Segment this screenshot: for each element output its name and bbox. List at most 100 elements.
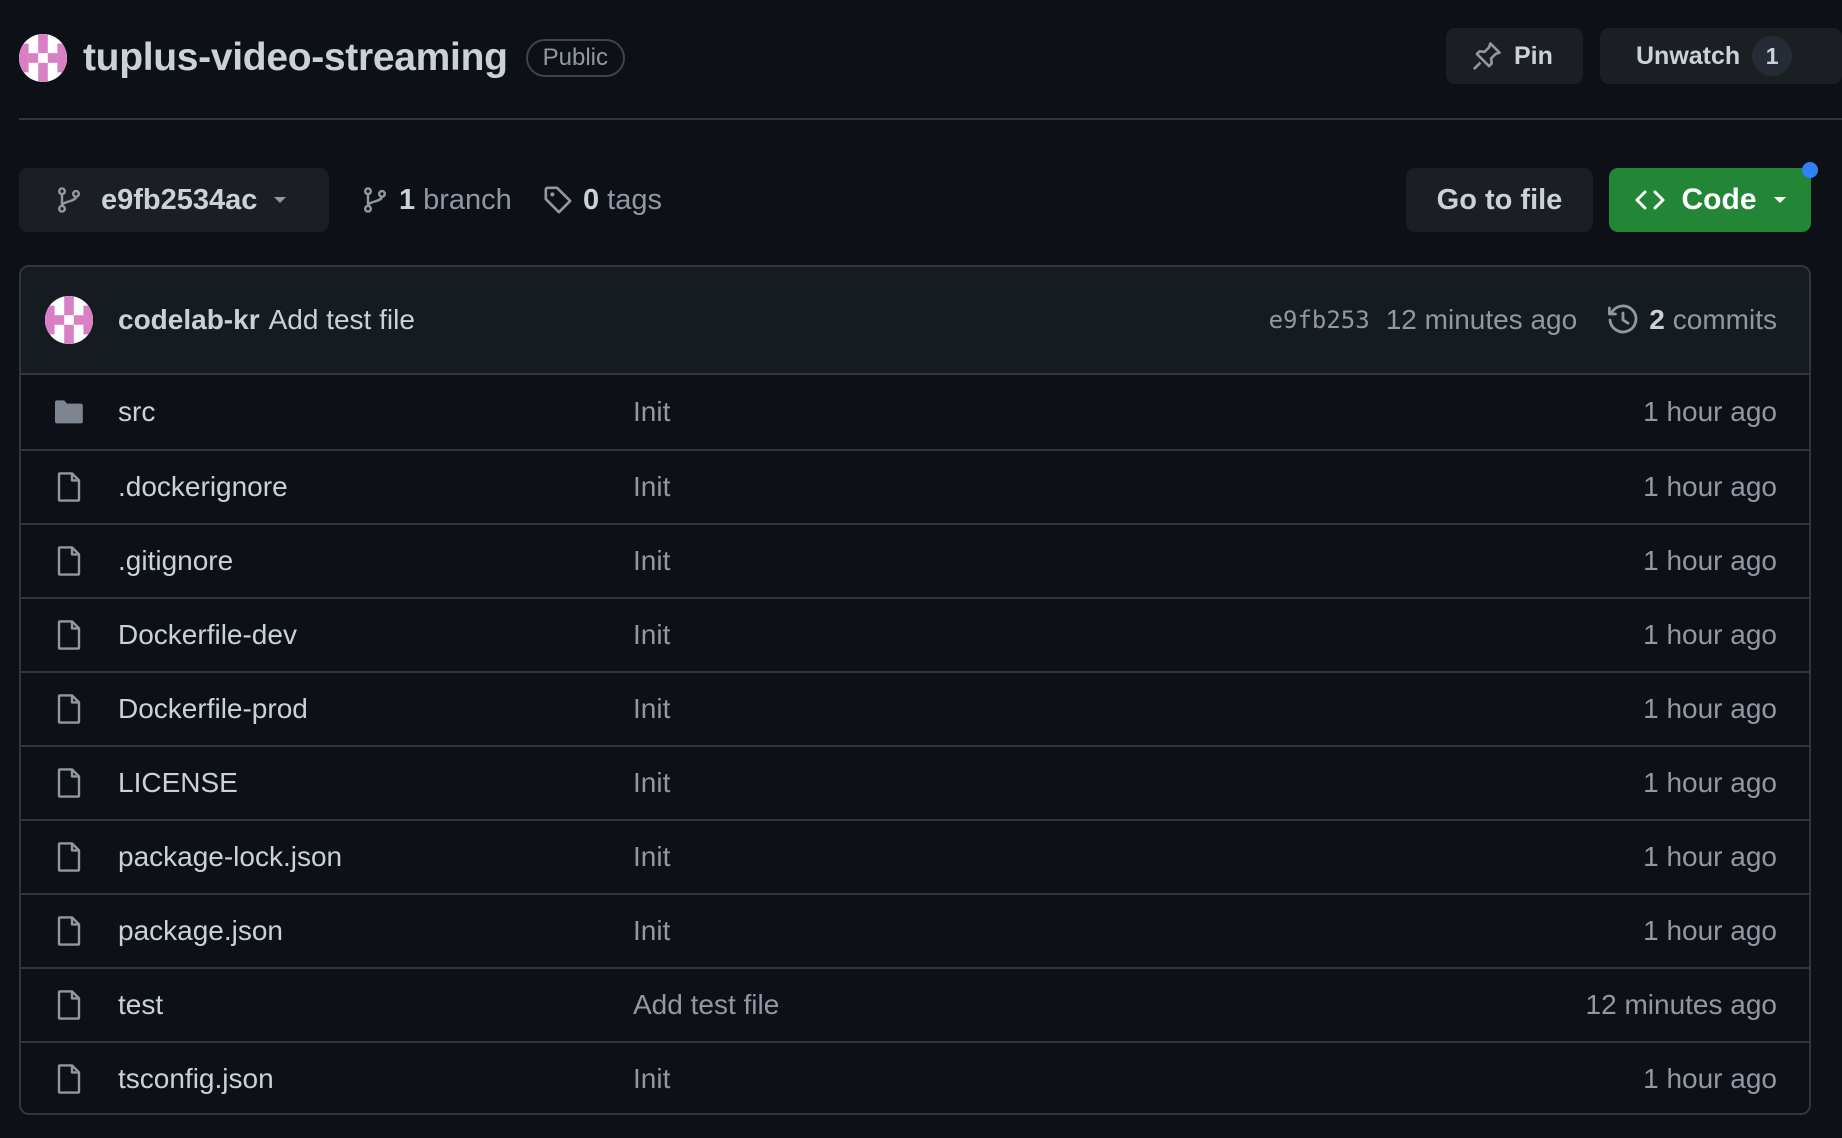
file-commit-age: 1 hour ago (1643, 545, 1777, 576)
pin-button[interactable]: Pin (1446, 28, 1583, 84)
commits-count: 2 (1649, 304, 1665, 335)
commits-history-link[interactable]: 2 commits (1607, 304, 1777, 336)
file-commit-age: 1 hour ago (1643, 1063, 1777, 1094)
commit-sha-link[interactable]: e9fb253 (1269, 306, 1370, 334)
file-icon (57, 694, 81, 724)
file-row[interactable]: package.json Init 1 hour ago (21, 893, 1809, 967)
file-commit-message-link[interactable]: Init (633, 841, 670, 873)
unwatch-label: Unwatch (1636, 41, 1741, 70)
file-icon-wrap (53, 545, 85, 577)
pin-icon (1472, 42, 1501, 71)
file-name-link[interactable]: .dockerignore (118, 471, 288, 503)
commit-author-link[interactable]: codelab-kr (118, 304, 260, 336)
file-icon (57, 1064, 81, 1094)
file-icon-wrap (53, 619, 85, 651)
file-icon-wrap (53, 767, 85, 799)
tags-link[interactable]: 0 tags (543, 168, 662, 232)
file-browser: codelab-kr Add test file e9fb253 12 minu… (19, 265, 1811, 1115)
commit-message-link[interactable]: Add test file (269, 304, 415, 336)
file-commit-age: 1 hour ago (1643, 915, 1777, 946)
pin-label: Pin (1514, 41, 1553, 70)
repo-name-link[interactable]: tuplus-video-streaming (83, 36, 508, 80)
file-commit-age: 12 minutes ago (1585, 989, 1777, 1020)
file-row[interactable]: Dockerfile-prod Init 1 hour ago (21, 671, 1809, 745)
file-row[interactable]: test Add test file 12 minutes ago (21, 967, 1809, 1041)
caret-down-icon (274, 197, 287, 203)
branches-link[interactable]: 1 branch (361, 168, 512, 232)
file-name-link[interactable]: LICENSE (118, 767, 238, 799)
code-icon (1635, 190, 1664, 210)
commits-label: commits (1672, 304, 1777, 335)
tags-count: 0 (583, 183, 600, 216)
file-commit-age: 1 hour ago (1643, 471, 1777, 502)
file-name-link[interactable]: test (118, 989, 163, 1021)
file-row[interactable]: Dockerfile-dev Init 1 hour ago (21, 597, 1809, 671)
file-name-link[interactable]: package-lock.json (118, 841, 342, 873)
file-row[interactable]: package-lock.json Init 1 hour ago (21, 819, 1809, 893)
file-icon-wrap (53, 471, 85, 503)
branch-name: e9fb2534ac (101, 183, 258, 216)
header-divider (19, 118, 1842, 120)
file-row[interactable]: tsconfig.json Init 1 hour ago (21, 1041, 1809, 1113)
owner-avatar[interactable] (19, 34, 67, 82)
file-commit-message-link[interactable]: Init (633, 1063, 670, 1095)
file-commit-age: 1 hour ago (1643, 767, 1777, 798)
file-name-link[interactable]: package.json (118, 915, 283, 947)
file-commit-message-link[interactable]: Init (633, 915, 670, 947)
file-icon (57, 472, 81, 502)
commit-time: 12 minutes ago (1385, 304, 1578, 335)
file-name-link[interactable]: .gitignore (118, 545, 233, 577)
file-commit-message-link[interactable]: Init (633, 471, 670, 503)
file-commit-message-link[interactable]: Add test file (633, 989, 779, 1021)
branches-count: 1 (399, 183, 416, 216)
header-actions: Pin Unwatch 1 (1446, 28, 1842, 84)
file-row[interactable]: .gitignore Init 1 hour ago (21, 523, 1809, 597)
visibility-badge: Public (525, 39, 625, 77)
file-icon-wrap (53, 841, 85, 873)
file-name-link[interactable]: Dockerfile-dev (118, 619, 297, 651)
git-branch-icon (363, 187, 387, 213)
file-commit-message-link[interactable]: Init (633, 396, 670, 428)
folder-icon-wrap (53, 396, 85, 428)
repo-header: tuplus-video-streaming Public Pin Unwatc… (19, 28, 1842, 88)
code-label: Code (1681, 183, 1757, 216)
file-icon-wrap (53, 1063, 85, 1095)
file-commit-age: 1 hour ago (1643, 693, 1777, 724)
code-button[interactable]: Code (1609, 168, 1811, 232)
repo-page: tuplus-video-streaming Public Pin Unwatc… (0, 0, 1842, 1138)
file-icon-wrap (53, 915, 85, 947)
file-icon (57, 546, 81, 576)
unwatch-button[interactable]: Unwatch 1 (1600, 28, 1842, 84)
file-row[interactable]: src Init 1 hour ago (21, 375, 1809, 449)
branches-label: branch (423, 183, 512, 216)
file-icon (57, 620, 81, 650)
author-avatar[interactable] (45, 296, 93, 344)
file-commit-age: 1 hour ago (1643, 396, 1777, 427)
file-commit-age: 1 hour ago (1643, 841, 1777, 872)
go-to-file-button[interactable]: Go to file (1406, 168, 1593, 232)
file-commit-message-link[interactable]: Init (633, 693, 670, 725)
notification-dot (1802, 162, 1818, 178)
file-icon (57, 916, 81, 946)
file-commit-message-link[interactable]: Init (633, 545, 670, 577)
file-row[interactable]: LICENSE Init 1 hour ago (21, 745, 1809, 819)
latest-commit-bar: codelab-kr Add test file e9fb253 12 minu… (21, 267, 1809, 375)
file-name-link[interactable]: src (118, 396, 155, 428)
file-icon-wrap (53, 989, 85, 1021)
git-branch-icon (57, 187, 81, 213)
file-name-link[interactable]: Dockerfile-prod (118, 693, 308, 725)
identicon-icon (19, 34, 67, 82)
watch-count: 1 (1752, 36, 1793, 76)
commit-summary: codelab-kr Add test file (118, 304, 415, 336)
folder-icon (55, 400, 83, 424)
identicon-icon (45, 296, 93, 344)
file-commit-age: 1 hour ago (1643, 619, 1777, 650)
file-icon (57, 990, 81, 1020)
file-name-link[interactable]: tsconfig.json (118, 1063, 274, 1095)
history-icon (1608, 304, 1638, 334)
file-row[interactable]: .dockerignore Init 1 hour ago (21, 449, 1809, 523)
branch-selector[interactable]: e9fb2534ac (19, 168, 329, 232)
file-commit-message-link[interactable]: Init (633, 619, 670, 651)
tags-label: tags (607, 183, 662, 216)
file-commit-message-link[interactable]: Init (633, 767, 670, 799)
